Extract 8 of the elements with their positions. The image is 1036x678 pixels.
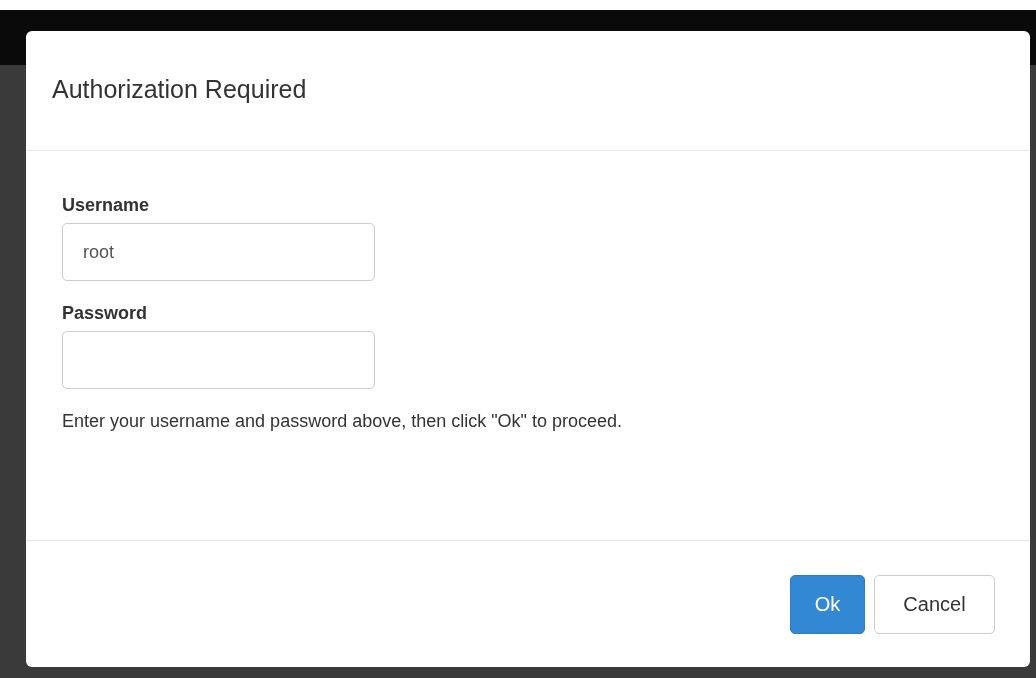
field-label: Password xyxy=(62,303,148,324)
input-field[interactable] xyxy=(62,331,375,389)
field-label: Username xyxy=(62,195,150,216)
input-field[interactable]: root xyxy=(62,223,375,281)
ok-button[interactable]: Ok xyxy=(790,574,865,634)
help-text: Enter your username and password above, then click "Ok" to proceed. xyxy=(62,411,624,432)
dialog-title: Authorization Required xyxy=(52,75,307,104)
cancel-button[interactable]: Cancel xyxy=(874,574,995,634)
